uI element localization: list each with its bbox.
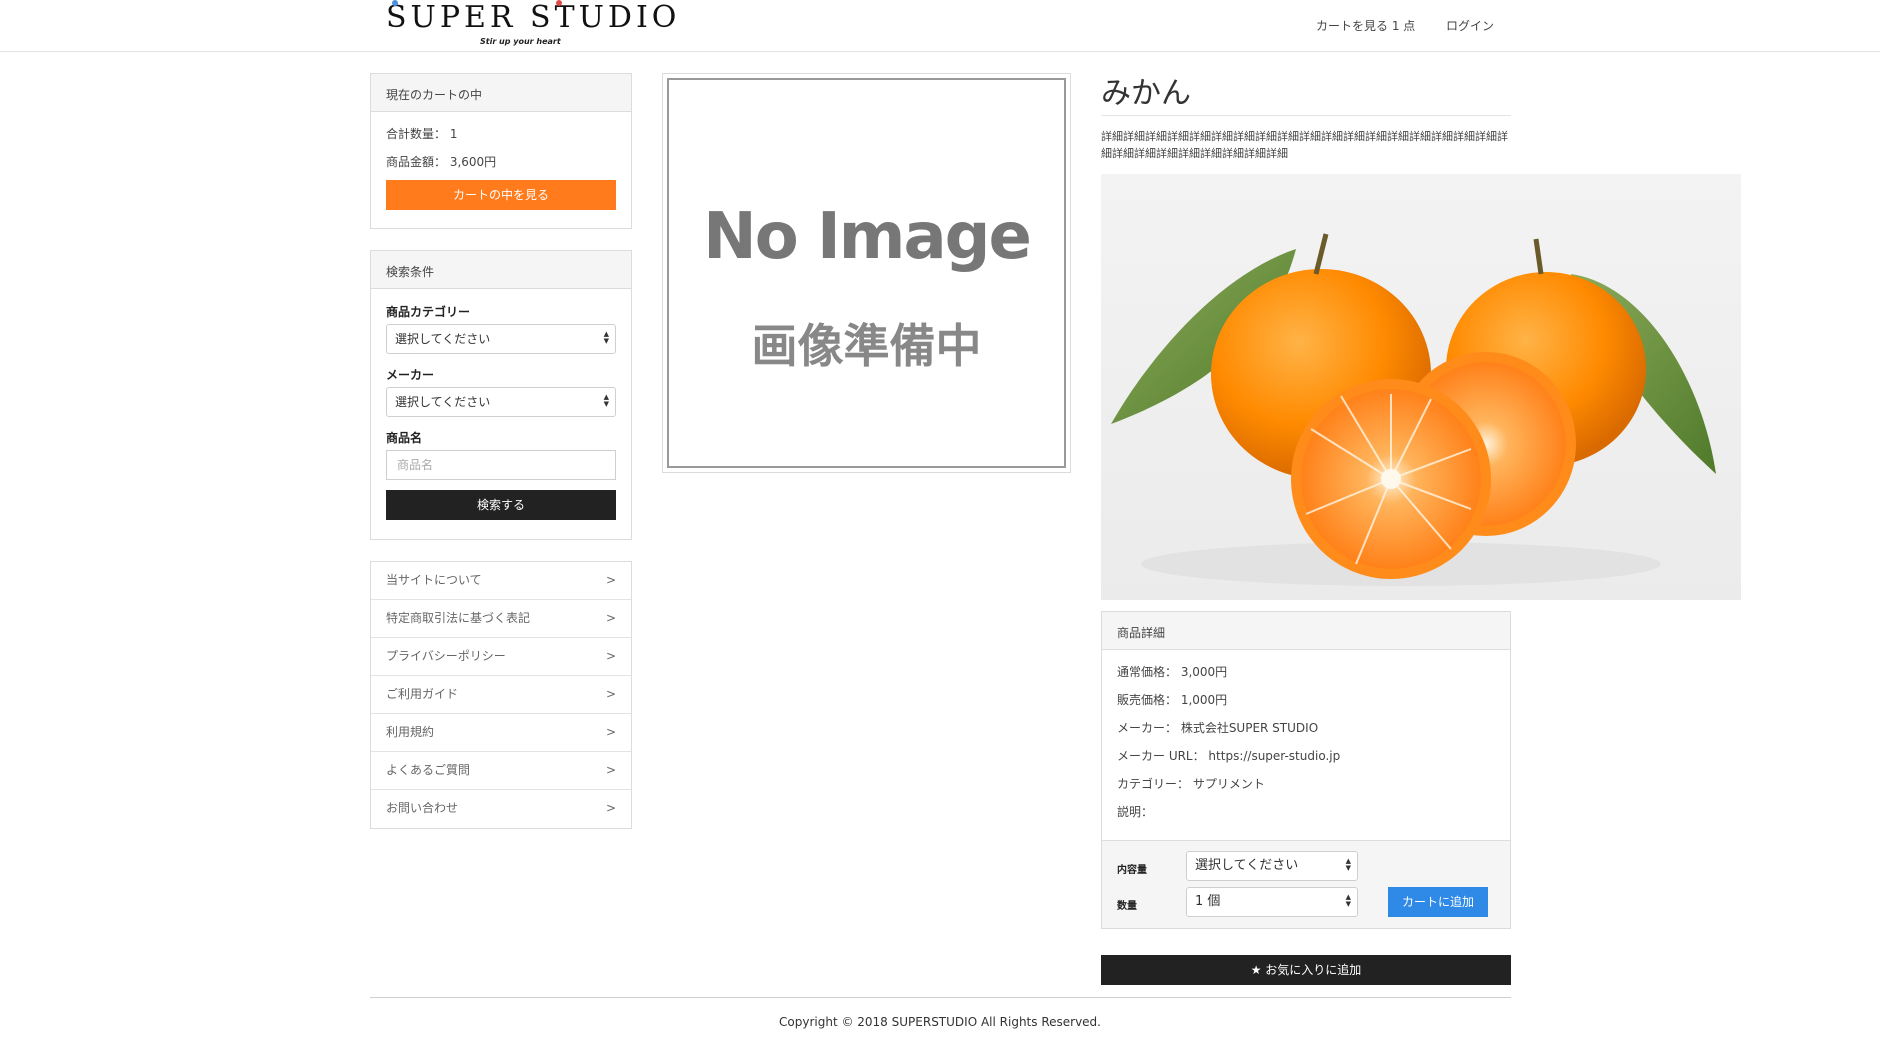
- sidebar-link-label: よくあるご質問: [386, 763, 471, 777]
- select-arrows-icon: ▲ ▼: [1345, 893, 1351, 908]
- sidebar-link-label: 利用規約: [386, 725, 435, 739]
- product-name-label: 商品名: [386, 431, 423, 445]
- cart-panel: 現在のカートの中 合計数量： 1 商品金額： 3,600円 カートの中を見る: [370, 73, 632, 229]
- sale-price: 販売価格： 1,000円: [1117, 693, 1228, 707]
- sidebar-link-label: 当サイトについて: [386, 573, 482, 587]
- maker-label: メーカー: [386, 368, 435, 382]
- chevron-right-icon: >: [605, 801, 616, 815]
- site-logo[interactable]: SUPER STUDIO Stir up your heart: [386, 0, 676, 50]
- chevron-right-icon: >: [605, 649, 616, 663]
- sidebar-link-tokushoho[interactable]: 特定商取引法に基づく表記 >: [371, 600, 631, 638]
- sidebar-link-faq[interactable]: よくあるご質問 >: [371, 752, 631, 790]
- chevron-right-icon: >: [605, 687, 616, 701]
- detail-panel-title: 商品詳細: [1102, 612, 1510, 650]
- sidebar-link-label: プライバシーポリシー: [386, 649, 506, 663]
- select-arrows-icon: ▲ ▼: [603, 393, 609, 408]
- logo-dot-blue: [392, 0, 398, 6]
- category-select[interactable]: 選択してください ▲ ▼: [386, 324, 616, 354]
- sidebar-link-label: ご利用ガイド: [386, 687, 459, 701]
- nav-login-link[interactable]: ログイン: [1446, 17, 1494, 34]
- maker-url: メーカー URL： https://super-studio.jp: [1117, 749, 1341, 763]
- qty-label: 数量: [1117, 901, 1137, 912]
- cart-panel-title: 現在のカートの中: [371, 74, 631, 112]
- sidebar-link-label: お問い合わせ: [386, 801, 459, 815]
- add-to-favorites-button[interactable]: ★ お気に入りに追加: [1101, 955, 1511, 985]
- capacity-select-value: 選択してください: [1195, 858, 1299, 873]
- description-info: 説明：: [1117, 805, 1154, 819]
- select-arrows-icon: ▲ ▼: [1345, 857, 1351, 872]
- no-image-placeholder: No Image 画像準備中: [667, 78, 1066, 468]
- qty-select[interactable]: 1 個 ▲ ▼: [1186, 887, 1358, 917]
- capacity-label: 内容量: [1117, 865, 1147, 876]
- sidebar-link-label: 特定商取引法に基づく表記: [386, 611, 531, 625]
- sidebar-link-contact[interactable]: お問い合わせ >: [371, 790, 631, 828]
- product-title: みかん: [1101, 68, 1511, 116]
- maker-select-value: 選択してください: [395, 395, 491, 409]
- sidebar-link-guide[interactable]: ご利用ガイド >: [371, 676, 631, 714]
- view-cart-button[interactable]: カートの中を見る: [386, 180, 616, 210]
- logo-dot-red: [556, 0, 562, 6]
- site-header: SUPER STUDIO Stir up your heart カートを見る 1…: [0, 0, 1880, 52]
- sidebar-links: 当サイトについて > 特定商取引法に基づく表記 > プライバシーポリシー > ご利用ガ…: [370, 561, 632, 829]
- chevron-right-icon: >: [605, 573, 616, 587]
- maker-info: メーカー： 株式会社SUPER STUDIO: [1117, 721, 1319, 735]
- cart-total-qty: 合計数量： 1: [386, 127, 458, 141]
- nav-cart-link[interactable]: カートを見る 1 点: [1316, 17, 1415, 34]
- cart-total-amount: 商品金額： 3,600円: [386, 155, 497, 169]
- add-to-cart-button[interactable]: カートに追加: [1388, 887, 1488, 917]
- product-name-input[interactable]: 商品名: [386, 450, 616, 480]
- logo-label: SUPER STUDIO: [386, 0, 681, 35]
- category-info: カテゴリー： サプリメント: [1117, 777, 1265, 791]
- chevron-right-icon: >: [605, 725, 616, 739]
- product-main-image[interactable]: No Image 画像準備中: [662, 73, 1071, 473]
- chevron-right-icon: >: [605, 611, 616, 625]
- footer-divider: [370, 997, 1511, 998]
- select-arrows-icon: ▲ ▼: [603, 330, 609, 345]
- search-panel-title: 検索条件: [371, 251, 631, 289]
- product-description: 詳細詳細詳細詳細詳細詳細詳細詳細詳細詳細詳細詳細詳細詳細詳細詳細詳細詳細詳細詳細…: [1101, 130, 1508, 160]
- order-form: 内容量 選択してください ▲ ▼ 数量 1 個 ▲ ▼ カートに追加: [1102, 840, 1510, 928]
- qty-select-value: 1 個: [1195, 894, 1221, 909]
- product-photo: [1101, 174, 1741, 600]
- chevron-right-icon: >: [605, 763, 616, 777]
- regular-price: 通常価格： 3,000円: [1117, 665, 1228, 679]
- capacity-select[interactable]: 選択してください ▲ ▼: [1186, 851, 1358, 881]
- sidebar-link-privacy[interactable]: プライバシーポリシー >: [371, 638, 631, 676]
- no-image-subtitle: 画像準備中: [751, 319, 982, 373]
- sidebar-link-terms[interactable]: 利用規約 >: [371, 714, 631, 752]
- category-select-value: 選択してください: [395, 332, 491, 346]
- no-image-title: No Image: [703, 200, 1032, 274]
- mandarin-orange-illustration: [1111, 233, 1716, 586]
- logo-text: SUPER STUDIO: [386, 0, 680, 35]
- search-button[interactable]: 検索する: [386, 490, 616, 520]
- maker-select[interactable]: 選択してください ▲ ▼: [386, 387, 616, 417]
- sidebar-link-about[interactable]: 当サイトについて >: [371, 562, 631, 600]
- copyright-text: Copyright © 2018 SUPERSTUDIO All Rights …: [779, 1015, 1101, 1029]
- product-detail-panel: 商品詳細 通常価格： 3,000円 販売価格： 1,000円 メーカー： 株式会…: [1101, 611, 1511, 929]
- logo-tagline: Stir up your heart: [480, 37, 561, 46]
- category-label: 商品カテゴリー: [386, 305, 471, 319]
- search-panel: 検索条件 商品カテゴリー 選択してください ▲ ▼ メーカー 選択してください ▲…: [370, 250, 632, 540]
